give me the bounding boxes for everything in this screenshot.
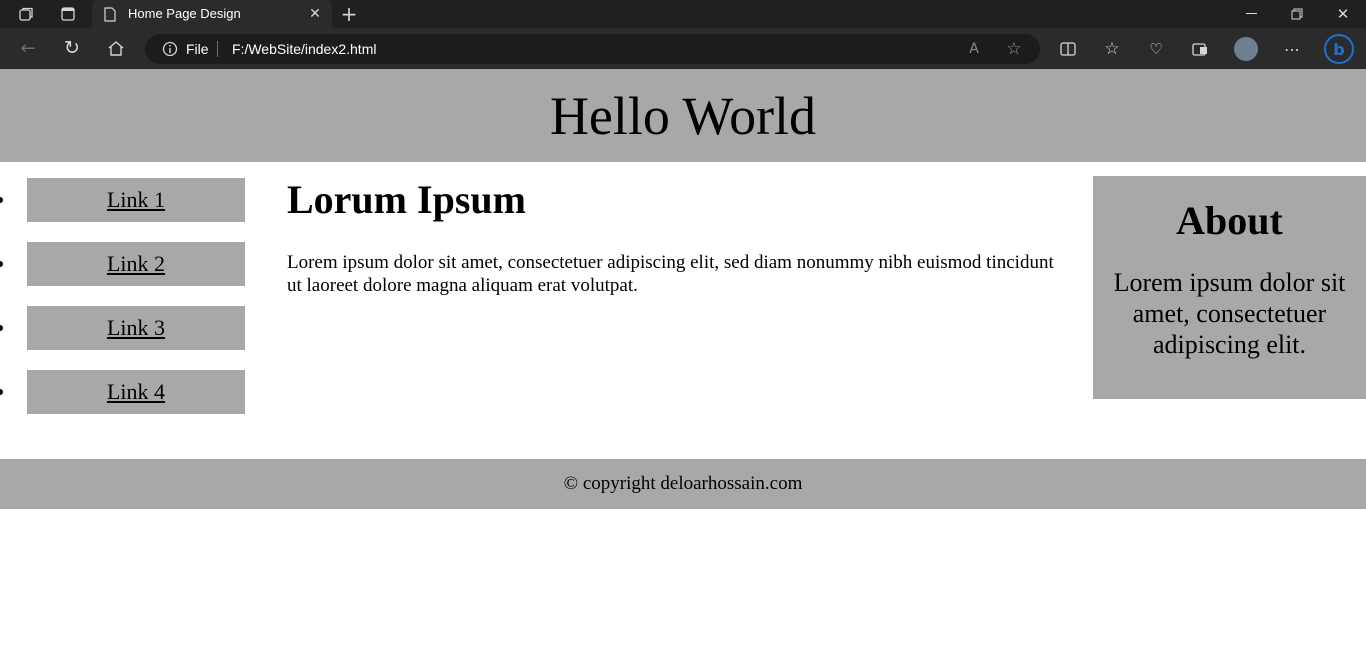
address-scheme: File — [186, 41, 209, 57]
nav-link-1[interactable]: Link 1 — [107, 187, 165, 213]
restore-icon[interactable] — [1286, 4, 1308, 24]
close-window-icon[interactable]: ✕ — [1332, 4, 1354, 24]
split-screen-icon[interactable] — [1057, 38, 1079, 60]
nav-link-2[interactable]: Link 2 — [107, 251, 165, 277]
minimize-icon[interactable] — [1240, 4, 1262, 24]
nav-item-link-3: Link 3 — [0, 306, 245, 350]
tab-bar: Home Page Design ✕ + ✕ — [0, 0, 1366, 28]
list-bullet — [0, 197, 3, 203]
favorite-star-icon[interactable]: ☆ — [1003, 39, 1025, 59]
tab-actions-icon[interactable] — [56, 4, 80, 24]
main-paragraph: Lorem ipsum dolor sit amet, consectetuer… — [287, 252, 1054, 296]
close-tab-icon[interactable]: ✕ — [306, 5, 324, 23]
nav-item-link-1: Link 1 — [0, 178, 245, 222]
collections-icon[interactable] — [1189, 38, 1211, 60]
nav-link-3[interactable]: Link 3 — [107, 315, 165, 341]
workspaces-icon[interactable] — [14, 4, 38, 24]
main-content: Lorum Ipsum Lorem ipsum dolor sit amet, … — [287, 178, 1057, 297]
footer-copyright: © copyright deloarhossain.com — [563, 473, 803, 494]
nav-item-link-4: Link 4 — [0, 370, 245, 414]
about-heading: About — [1176, 198, 1283, 243]
refresh-icon[interactable]: ↻ — [60, 36, 84, 60]
page-icon — [102, 5, 118, 23]
home-icon[interactable] — [104, 36, 128, 60]
profile-avatar-icon[interactable] — [1234, 37, 1258, 61]
tab-title: Home Page Design — [128, 6, 241, 21]
address-bar[interactable]: File F:/WebSite/index2.html A ☆ — [145, 34, 1040, 64]
new-tab-icon[interactable]: + — [338, 2, 360, 26]
favorites-icon[interactable]: ☆ — [1101, 38, 1123, 60]
more-options-icon[interactable]: ⋯ — [1280, 38, 1304, 60]
bing-copilot-icon[interactable]: b — [1324, 34, 1354, 64]
about-text: Lorem ipsum dolor sit amet, consectetuer… — [1113, 268, 1346, 359]
main-heading: Lorum Ipsum — [287, 177, 526, 222]
back-icon[interactable]: ← — [16, 36, 40, 60]
header-title: Hello World — [549, 85, 817, 146]
address-url[interactable]: F:/WebSite/index2.html — [232, 41, 376, 57]
page-header: Hello World — [0, 69, 1366, 162]
list-bullet — [0, 325, 3, 331]
nav-link-4[interactable]: Link 4 — [107, 379, 165, 405]
read-aloud-icon[interactable]: A — [963, 39, 985, 59]
list-bullet — [0, 389, 3, 395]
about-panel: About Lorem ipsum dolor sit amet, consec… — [1093, 176, 1366, 399]
list-bullet — [0, 261, 3, 267]
site-info-icon[interactable] — [161, 40, 179, 58]
tab-home-page-design[interactable]: Home Page Design ✕ — [92, 0, 332, 28]
page-footer: © copyright deloarhossain.com — [0, 459, 1366, 509]
nav-item-link-2: Link 2 — [0, 242, 245, 286]
browser-essentials-icon[interactable]: ♡ — [1145, 38, 1167, 60]
address-separator — [217, 41, 218, 57]
